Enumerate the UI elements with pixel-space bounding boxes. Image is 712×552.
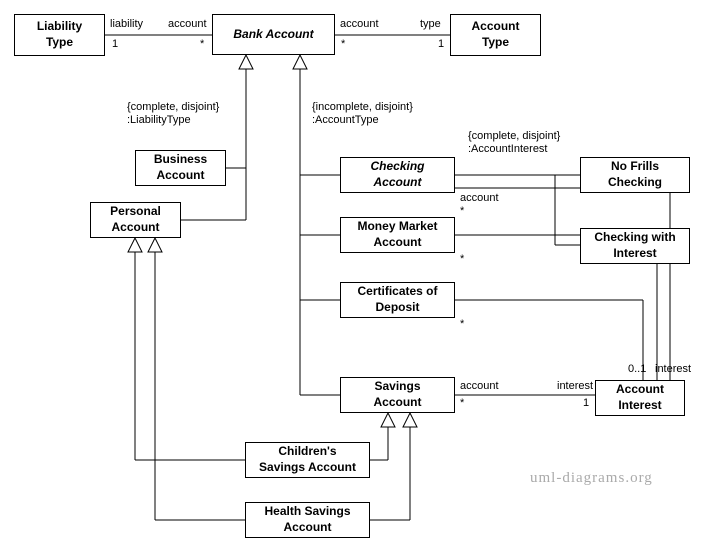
class-bank-account: Bank Account	[212, 14, 335, 55]
class-personal-account: PersonalAccount	[90, 202, 181, 238]
gset-accounttype: {incomplete, disjoint}:AccountType	[312, 101, 413, 127]
gset-liability: {complete, disjoint}:LiabilityType	[127, 101, 219, 127]
mult-1b: 1	[438, 38, 444, 50]
class-account-interest: AccountInterest	[595, 380, 685, 416]
class-account-type: AccountType	[450, 14, 541, 56]
class-savings-account: SavingsAccount	[340, 377, 455, 413]
mult-star-a: *	[200, 38, 204, 50]
role-interest-sav: interest	[557, 380, 593, 392]
role-interest-top: interest	[655, 363, 691, 375]
class-business-account: BusinessAccount	[135, 150, 226, 186]
class-checking-with-interest: Checking withInterest	[580, 228, 690, 264]
class-childrens-savings: Children'sSavings Account	[245, 442, 370, 478]
mult-star-b: *	[341, 38, 345, 50]
mult-star-chk: *	[460, 205, 464, 217]
mult-star-sav: *	[460, 397, 464, 409]
role-liability: liability	[110, 18, 143, 30]
gset-accountinterest: {complete, disjoint}:AccountInterest	[468, 130, 560, 156]
mult-star-cd: *	[460, 318, 464, 330]
mult-1-sav: 1	[583, 397, 589, 409]
class-liability-type: LiabilityType	[14, 14, 105, 56]
class-checking-account: CheckingAccount	[340, 157, 455, 193]
uml-class-diagram: LiabilityType Bank Account AccountType B…	[0, 0, 712, 552]
mult-star-mm: *	[460, 253, 464, 265]
class-health-savings: Health SavingsAccount	[245, 502, 370, 538]
class-no-frills-checking: No FrillsChecking	[580, 157, 690, 193]
class-money-market: Money MarketAccount	[340, 217, 455, 253]
mult-0-1: 0..1	[628, 363, 646, 375]
watermark: uml-diagrams.org	[530, 470, 653, 487]
role-account-1: account	[168, 18, 207, 30]
role-account-chk: account	[460, 192, 499, 204]
role-account-sav: account	[460, 380, 499, 392]
class-certificates-deposit: Certificates ofDeposit	[340, 282, 455, 318]
mult-1a: 1	[112, 38, 118, 50]
role-account-2: account	[340, 18, 379, 30]
role-type: type	[420, 18, 441, 30]
